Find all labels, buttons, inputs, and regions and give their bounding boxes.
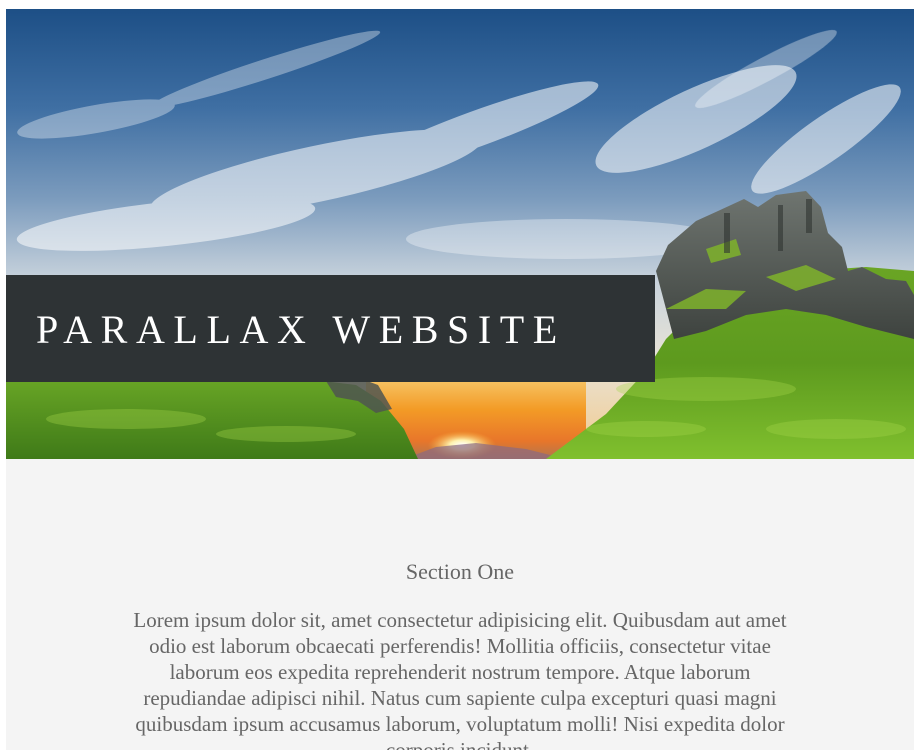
section-one: Section One Lorem ipsum dolor sit, amet … <box>6 459 914 750</box>
section-heading: Section One <box>405 559 515 584</box>
section-body-text: Lorem ipsum dolor sit, amet consectetur … <box>133 608 787 750</box>
hero-landscape-image <box>6 9 914 459</box>
hero-section: PARALLAX WEBSITE <box>6 9 914 459</box>
site-title: PARALLAX WEBSITE <box>36 307 566 352</box>
hero-title-banner: PARALLAX WEBSITE <box>6 275 655 382</box>
page: PARALLAX WEBSITE Section One Lorem ipsum… <box>6 9 914 750</box>
